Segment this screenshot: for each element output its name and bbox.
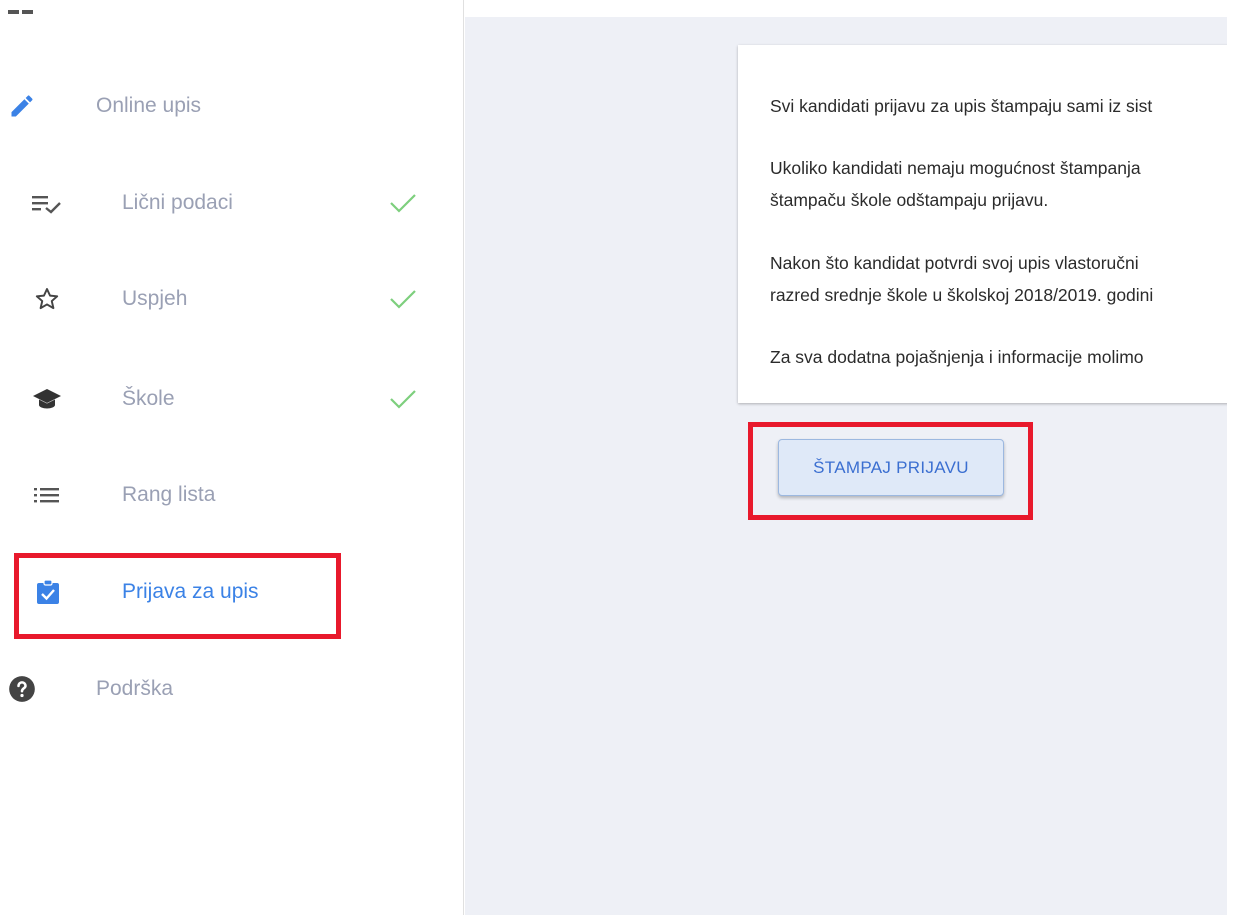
- card-text-line: Svi kandidati prijavu za upis štampaju s…: [770, 96, 1153, 116]
- card-text-line: Ukoliko kandidati nemaju mogućnost štamp…: [770, 158, 1141, 178]
- sidebar-item-label: Prijava za upis: [122, 580, 259, 603]
- sidebar-item-podrska[interactable]: Podrška: [0, 664, 464, 714]
- sidebar-item-label: Škole: [122, 387, 175, 410]
- checklist-icon: [32, 196, 61, 214]
- sidebar: Online upis Lični podaci Uspjeh Škole Ra…: [0, 0, 464, 915]
- clipboard-check-icon: [37, 579, 59, 604]
- right-edge: [1227, 0, 1238, 915]
- sidebar-item-uspjeh[interactable]: Uspjeh: [0, 274, 464, 324]
- dashboard-icon: [8, 10, 33, 14]
- card-text-line: razred srednje škole u školskoj 2018/201…: [770, 285, 1154, 305]
- print-application-button[interactable]: ŠTAMPAJ PRIJAVU: [778, 439, 1004, 496]
- card-text-line: štampaču škole odštampaju prijavu.: [770, 190, 1049, 210]
- list-icon: [34, 488, 59, 503]
- main-content: Svi kandidati prijavu za upis štampaju s…: [465, 17, 1227, 915]
- sidebar-item-label: Podrška: [96, 677, 174, 700]
- sidebar-item-licni-podaci[interactable]: Lični podaci: [0, 178, 464, 228]
- help-circle-icon: [9, 676, 35, 702]
- info-card: Svi kandidati prijavu za upis štampaju s…: [738, 45, 1227, 403]
- sidebar-item-label: Online upis: [96, 94, 202, 117]
- card-text-line: Za sva dodatna pojašnjenja i informacije…: [770, 347, 1144, 367]
- sidebar-item-rang-lista[interactable]: Rang lista: [0, 470, 464, 520]
- checkmark-icon: [390, 290, 416, 309]
- pencil-icon: [11, 95, 33, 117]
- checkmark-icon: [390, 194, 416, 213]
- sidebar-item-label: Lični podaci: [122, 191, 233, 214]
- graduation-cap-icon: [33, 389, 61, 409]
- star-outline-icon: [35, 288, 59, 310]
- sidebar-item-skole[interactable]: Škole: [0, 374, 464, 424]
- sidebar-item-label: Rang lista: [122, 483, 216, 506]
- sidebar-item-label: Uspjeh: [122, 287, 188, 310]
- sidebar-item-prijava-za-upis[interactable]: Prijava za upis: [0, 567, 464, 617]
- sidebar-item-online-upis[interactable]: Online upis: [0, 81, 464, 131]
- checkmark-icon: [390, 390, 416, 409]
- card-text-line: Nakon što kandidat potvrdi svoj upis vla…: [770, 253, 1139, 273]
